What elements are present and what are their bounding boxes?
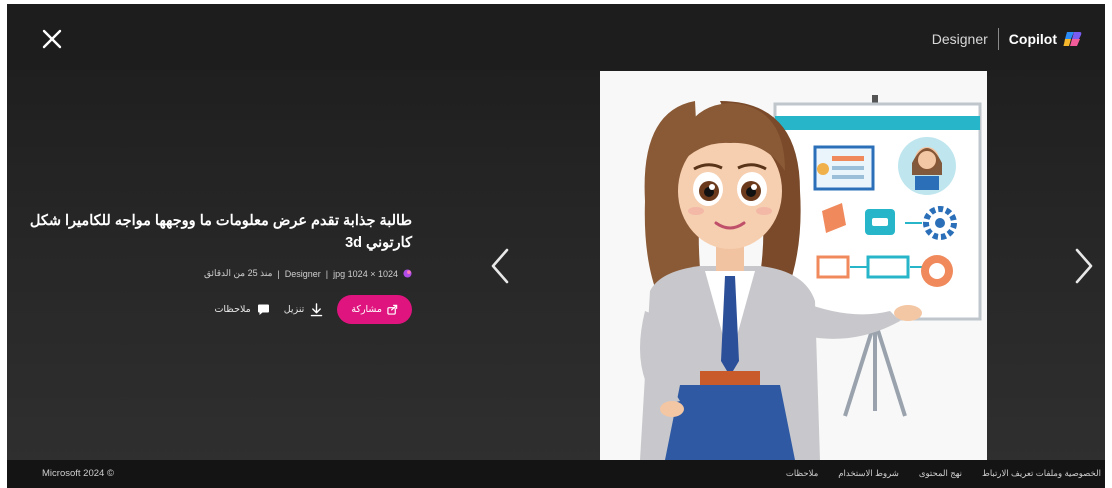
brand-divider bbox=[997, 28, 999, 50]
copilot-logo-icon bbox=[1063, 32, 1082, 46]
download-icon bbox=[311, 302, 323, 316]
feedback-label: ملاحظات bbox=[214, 304, 251, 315]
footer-link-terms[interactable]: شروط الاستخدام bbox=[838, 468, 899, 479]
share-button[interactable]: مشاركة bbox=[337, 295, 412, 324]
feedback-icon bbox=[257, 304, 269, 315]
footer-link-content-policy[interactable]: نهج المحتوى bbox=[919, 468, 962, 479]
share-icon bbox=[387, 304, 398, 315]
designer-label[interactable]: Designer bbox=[932, 31, 988, 47]
footer: Microsoft 2024 © الخصوصية وملفات تعريف ا… bbox=[7, 460, 1105, 488]
image-dimensions: 1024 × 1024 jpg bbox=[333, 268, 398, 279]
footer-link-feedback[interactable]: ملاحظات bbox=[786, 468, 818, 479]
download-button[interactable]: تنزيل bbox=[283, 302, 324, 317]
student-presentation-illustration bbox=[600, 71, 987, 460]
copyright-text: Microsoft 2024 © bbox=[42, 468, 114, 479]
image-title: طالبة جذابة تقدم عرض معلومات ما ووجهها م… bbox=[29, 213, 412, 251]
chevron-right-icon[interactable] bbox=[1069, 246, 1099, 286]
footer-link-privacy[interactable]: الخصوصية وملفات تعريف الارتباط bbox=[982, 468, 1101, 479]
top-bar: Designer Copilot bbox=[7, 4, 1105, 70]
image-meta: 1024 × 1024 jpg | Designer | منذ 25 من ا… bbox=[12, 268, 412, 279]
image-info: طالبة جذابة تقدم عرض معلومات ما ووجهها م… bbox=[12, 210, 412, 324]
feedback-button[interactable]: ملاحظات bbox=[214, 304, 269, 316]
image-time: منذ 25 من الدقائق bbox=[203, 268, 273, 278]
image-viewer: Designer Copilot طالبة جذابة تقدم عرض مع… bbox=[7, 4, 1105, 488]
share-label: مشاركة bbox=[351, 304, 382, 315]
image-source: Designer bbox=[284, 268, 321, 279]
footer-links: الخصوصية وملفات تعريف الارتباط نهج المحت… bbox=[786, 468, 1101, 479]
image-actions: مشاركة تنزيل ملاحظات bbox=[12, 295, 412, 324]
copilot-label[interactable]: Copilot bbox=[1009, 31, 1057, 47]
generated-image[interactable] bbox=[600, 71, 987, 460]
chevron-left-icon[interactable] bbox=[485, 246, 515, 286]
brand: Designer Copilot bbox=[932, 28, 1083, 50]
designer-logo-icon bbox=[403, 269, 412, 278]
meta-divider: | bbox=[325, 268, 329, 279]
download-label: تنزيل bbox=[283, 304, 305, 315]
meta-divider: | bbox=[277, 268, 280, 279]
close-icon[interactable] bbox=[37, 24, 67, 54]
